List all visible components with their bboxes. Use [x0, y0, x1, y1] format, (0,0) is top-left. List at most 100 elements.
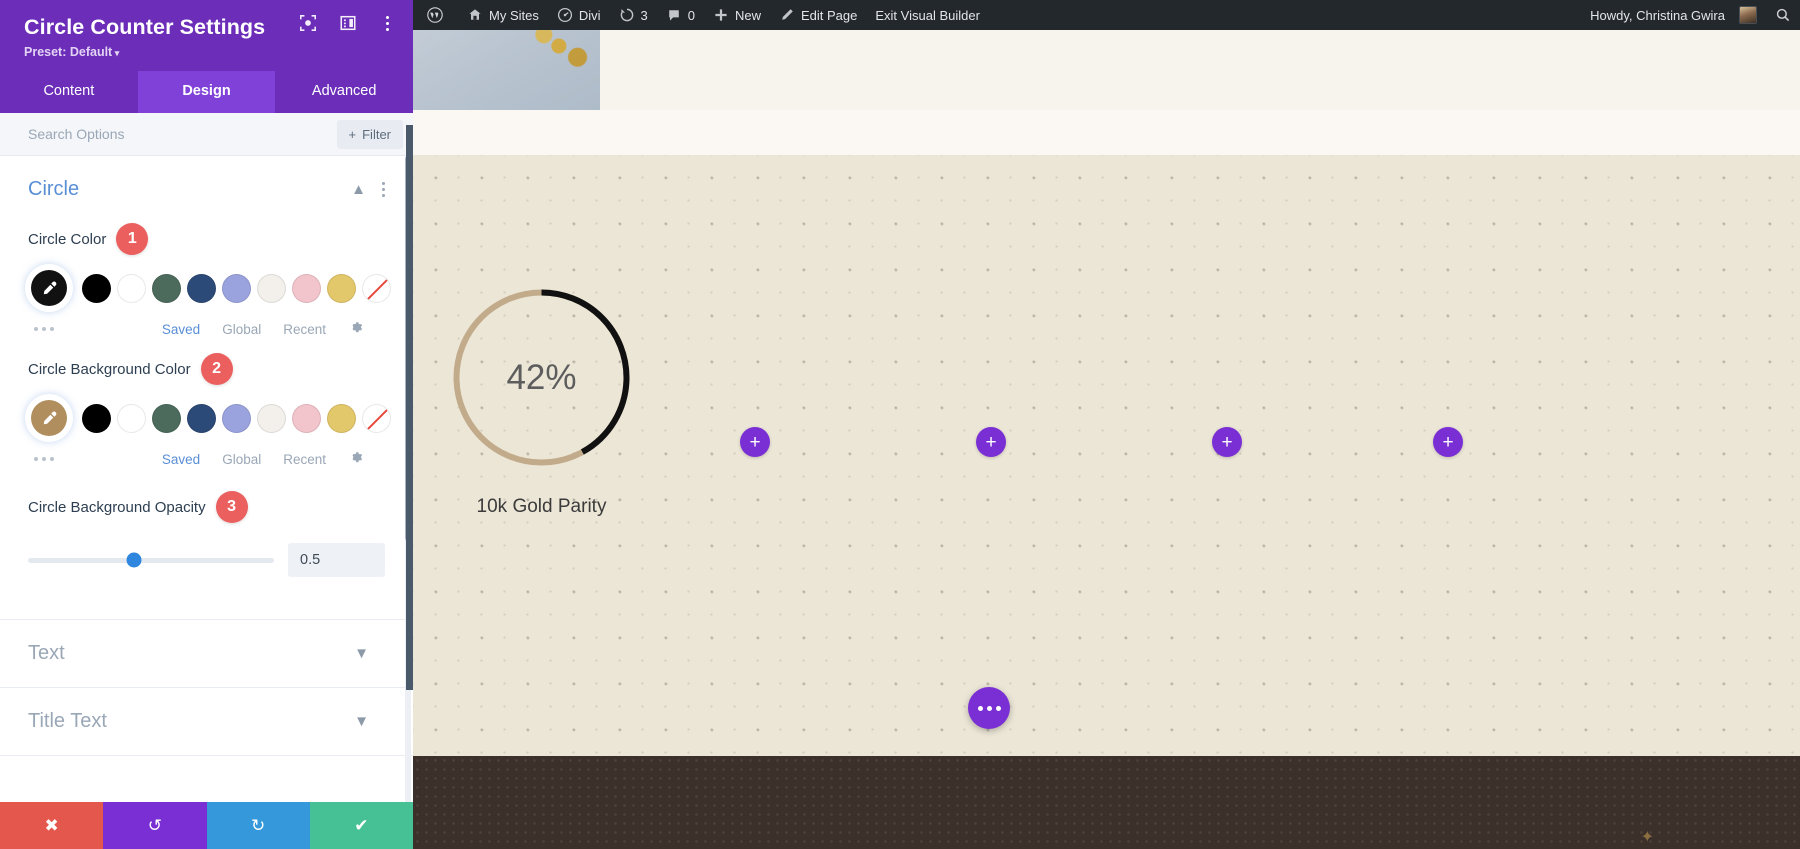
section-text[interactable]: Text ▼ [0, 619, 413, 687]
gear-icon[interactable] [348, 319, 363, 339]
section-circle-title: Circle [28, 178, 80, 200]
adminbar-item-search[interactable] [1766, 0, 1800, 30]
eyedropper-icon [43, 281, 56, 294]
gear-icon[interactable] [348, 449, 363, 469]
color-swatch[interactable] [117, 403, 146, 433]
panel-resize-handle[interactable] [406, 125, 413, 690]
search-input[interactable] [28, 126, 337, 142]
add-module-button-2[interactable]: + [976, 427, 1006, 457]
palette-tab-recent[interactable]: Recent [283, 322, 326, 337]
add-module-button-1[interactable]: + [740, 427, 770, 457]
field-circle-background-opacity-label: Circle Background Opacity [28, 498, 206, 516]
field-circle-color-label: Circle Color [28, 230, 107, 248]
color-swatch[interactable] [327, 403, 356, 433]
footer-ornament-icon: ✦ [1640, 829, 1654, 846]
undo-button[interactable]: ↺ [103, 802, 207, 849]
tab-design[interactable]: Design [137, 71, 276, 113]
color-swatch[interactable] [152, 273, 181, 303]
add-module-button-3[interactable]: + [1212, 427, 1242, 457]
opacity-slider[interactable] [28, 552, 274, 568]
color-swatch[interactable] [152, 403, 181, 433]
color-picker-selected-circle-background-color[interactable] [28, 397, 70, 439]
dot [385, 21, 389, 25]
color-swatch[interactable] [257, 273, 286, 303]
color-swatch-none[interactable] [362, 273, 391, 303]
panel-header: Circle Counter Settings Preset: Default … [0, 0, 413, 71]
color-more-options-icon[interactable] [28, 457, 140, 461]
palette-tab-saved[interactable]: Saved [162, 322, 200, 337]
color-swatch[interactable] [292, 273, 321, 303]
field-circle-background-color-label: Circle Background Color [28, 360, 191, 378]
panel-footer: ✖ ↺ ↻ ✔ [0, 802, 413, 849]
focus-target-icon[interactable] [299, 14, 317, 32]
circle-color-meta-row: Saved Global Recent [28, 319, 385, 339]
adminbar-item-new[interactable]: New [704, 0, 770, 30]
color-swatch[interactable] [82, 403, 111, 433]
color-swatch[interactable] [117, 273, 146, 303]
field-circle-background-color: Circle Background Color 2 Saved Global R… [0, 339, 413, 469]
filter-button[interactable]: + Filter [336, 119, 403, 149]
section-text-title: Text [28, 642, 65, 664]
redo-button[interactable]: ↻ [206, 802, 310, 849]
pencil-icon [782, 9, 793, 20]
palette-tab-global[interactable]: Global [222, 452, 261, 467]
panel-body: Circle ▲ Circle Color 1 Saved Global Rec… [0, 156, 413, 802]
chevron-up-icon[interactable]: ▲ [351, 181, 366, 198]
color-swatch[interactable] [222, 273, 251, 303]
color-picker-selected-circle-color[interactable] [28, 267, 70, 309]
adminbar-item-account[interactable]: Howdy, Christina Gwira [1581, 0, 1766, 30]
panel-preset-selector[interactable]: Preset: Default ▾ [24, 45, 395, 59]
updates-refresh-icon [620, 8, 633, 22]
color-more-options-icon[interactable] [28, 327, 140, 331]
adminbar-label-updates-count: 3 [640, 7, 648, 23]
color-swatch-none[interactable] [362, 403, 391, 433]
tab-advanced[interactable]: Advanced [275, 71, 413, 113]
circle-counter-module[interactable]: 42% 10k Gold Parity [435, 285, 648, 518]
more-options-icon[interactable] [379, 15, 395, 31]
adminbar-item-comments[interactable]: 0 [657, 0, 704, 30]
filter-button-label: Filter [362, 126, 391, 142]
search-icon [1776, 8, 1790, 22]
panel-layout-icon[interactable] [339, 14, 357, 32]
adminbar-label-exit-visual-builder: Exit Visual Builder [875, 7, 980, 23]
palette-tab-saved[interactable]: Saved [162, 452, 200, 467]
color-swatch[interactable] [82, 273, 111, 303]
dot [382, 194, 385, 197]
dot [50, 457, 54, 461]
adminbar-label-new: New [734, 7, 761, 23]
step-badge-1: 1 [116, 223, 149, 255]
opacity-slider-row: 0.5 [28, 543, 385, 577]
section-title-text[interactable]: Title Text ▼ [0, 687, 413, 756]
adminbar-item-exit-visual-builder[interactable]: Exit Visual Builder [866, 0, 989, 30]
page-settings-fab[interactable] [968, 687, 1010, 729]
palette-tab-global[interactable]: Global [222, 322, 261, 337]
opacity-slider-handle[interactable] [126, 552, 142, 568]
save-button[interactable]: ✔ [309, 802, 413, 849]
field-circle-background-opacity: Circle Background Opacity 3 0.5 [0, 469, 413, 577]
cancel-button[interactable]: ✖ [0, 802, 104, 849]
color-swatch[interactable] [187, 403, 216, 433]
color-swatch[interactable] [327, 273, 356, 303]
dot [42, 457, 46, 461]
adminbar-item-wordpress[interactable] [413, 0, 458, 30]
fab-dot [977, 705, 983, 711]
color-swatch[interactable] [292, 403, 321, 433]
chevron-down-icon: ▼ [354, 645, 369, 662]
tab-content[interactable]: Content [0, 71, 138, 113]
section-circle-header[interactable]: Circle ▲ [0, 156, 413, 209]
adminbar-item-divi[interactable]: Divi [548, 0, 610, 30]
opacity-value-input[interactable]: 0.5 [288, 543, 385, 577]
palette-tab-recent[interactable]: Recent [283, 452, 326, 467]
adminbar-item-edit-page[interactable]: Edit Page [770, 0, 866, 30]
adminbar-item-my-sites[interactable]: My Sites [458, 0, 548, 30]
adminbar-item-updates[interactable]: 3 [610, 0, 657, 30]
color-swatch[interactable] [257, 403, 286, 433]
plus-icon [715, 9, 727, 21]
add-module-button-4[interactable]: + [1433, 427, 1463, 457]
color-swatch[interactable] [187, 273, 216, 303]
section-more-options-icon[interactable] [382, 182, 385, 197]
comments-bubble-icon [668, 10, 679, 21]
color-swatch[interactable] [222, 403, 251, 433]
dot [382, 182, 385, 185]
selected-color-preview [31, 270, 67, 306]
